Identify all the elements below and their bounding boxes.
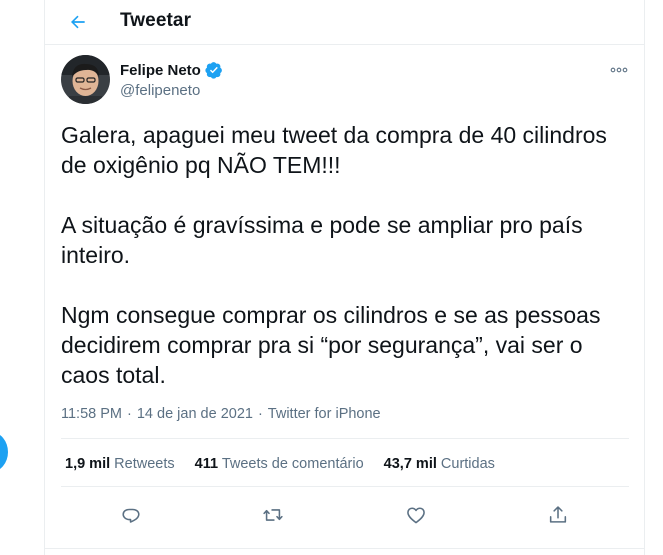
retweet-icon — [263, 509, 283, 521]
arrow-left-icon — [71, 15, 85, 29]
verified-badge-icon — [205, 62, 222, 79]
page-title: Tweetar — [120, 10, 192, 31]
divider — [61, 438, 629, 439]
divider — [61, 486, 629, 487]
meta-separator: · — [127, 406, 132, 422]
like-icon — [407, 507, 425, 524]
tweet-meta: 11:58 PM · 14 de jan de 2021 · Twitter f… — [61, 406, 381, 422]
tweet-date[interactable]: 14 de jan de 2021 — [137, 406, 253, 422]
tweet-actions — [45, 500, 644, 530]
tweet-text: Galera, apaguei meu tweet da compra de 4… — [61, 122, 607, 388]
compose-button-edge[interactable] — [0, 432, 8, 472]
more-options-button[interactable] — [608, 63, 630, 77]
tweet-stats: 1,9 mil Retweets 411 Tweets de comentári… — [65, 456, 495, 472]
avatar-image — [61, 55, 110, 104]
divider — [44, 548, 644, 549]
retweets-label: Retweets — [114, 456, 175, 472]
tweet-source[interactable]: Twitter for iPhone — [268, 406, 381, 422]
author-name[interactable]: Felipe Neto — [120, 62, 201, 79]
likes-count: 43,7 mil — [383, 456, 437, 472]
reply-icon — [122, 508, 140, 523]
reply-button[interactable] — [116, 500, 146, 530]
likes-label: Curtidas — [440, 456, 495, 472]
quotes-stat[interactable]: 411 Tweets de comentário — [195, 456, 364, 472]
avatar[interactable] — [61, 55, 110, 104]
share-button[interactable] — [543, 500, 573, 530]
retweet-button[interactable] — [258, 500, 288, 530]
tweet-column: Tweetar Felipe Neto @felipeneto Galera, … — [44, 0, 645, 555]
share-icon — [549, 506, 567, 523]
retweets-count: 1,9 mil — [65, 456, 111, 472]
meta-separator: · — [257, 406, 263, 422]
likes-stat[interactable]: 43,7 mil Curtidas — [384, 456, 495, 472]
like-button[interactable] — [401, 500, 431, 530]
quotes-label: Tweets de comentário — [221, 456, 364, 472]
author-handle[interactable]: @felipeneto — [120, 82, 200, 99]
more-dots-icon — [610, 67, 628, 73]
page-header: Tweetar — [45, 0, 644, 45]
tweet-time[interactable]: 11:58 PM — [61, 406, 122, 422]
quotes-count: 411 — [194, 456, 219, 472]
back-button[interactable] — [62, 6, 94, 38]
author-name-row: Felipe Neto — [120, 61, 223, 79]
retweets-stat[interactable]: 1,9 mil Retweets — [65, 456, 175, 472]
